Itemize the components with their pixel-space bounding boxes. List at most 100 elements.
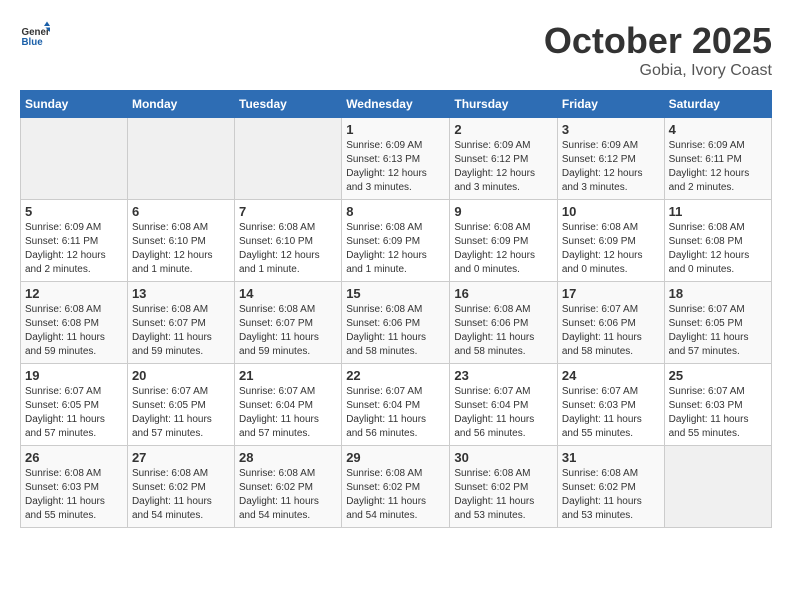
calendar-cell: 16 Sunrise: 6:08 AM Sunset: 6:06 PM Dayli… [450,282,558,364]
day-info: Sunrise: 6:08 AM Sunset: 6:10 PM Dayligh… [132,221,230,277]
weekday-header-tuesday: Tuesday [235,91,342,118]
weekday-header-monday: Monday [127,91,234,118]
calendar-cell: 7 Sunrise: 6:08 AM Sunset: 6:10 PM Daylig… [235,200,342,282]
day-number: 13 [132,286,230,301]
day-number: 7 [239,204,337,219]
calendar-week-row: 1 Sunrise: 6:09 AM Sunset: 6:13 PM Daylig… [21,118,772,200]
calendar-week-row: 12 Sunrise: 6:08 AM Sunset: 6:08 PM Dayli… [21,282,772,364]
day-number: 15 [346,286,445,301]
day-info: Sunrise: 6:09 AM Sunset: 6:12 PM Dayligh… [562,139,660,195]
calendar-cell: 1 Sunrise: 6:09 AM Sunset: 6:13 PM Daylig… [342,118,450,200]
day-number: 3 [562,122,660,137]
day-number: 20 [132,368,230,383]
day-info: Sunrise: 6:07 AM Sunset: 6:04 PM Dayligh… [346,385,445,441]
day-number: 26 [25,450,123,465]
day-info: Sunrise: 6:09 AM Sunset: 6:11 PM Dayligh… [25,221,123,277]
day-number: 31 [562,450,660,465]
day-info: Sunrise: 6:08 AM Sunset: 6:06 PM Dayligh… [454,303,553,359]
day-info: Sunrise: 6:08 AM Sunset: 6:10 PM Dayligh… [239,221,337,277]
day-number: 25 [669,368,767,383]
calendar-cell: 10 Sunrise: 6:08 AM Sunset: 6:09 PM Dayli… [557,200,664,282]
calendar-cell: 30 Sunrise: 6:08 AM Sunset: 6:02 PM Dayli… [450,446,558,528]
day-info: Sunrise: 6:07 AM Sunset: 6:04 PM Dayligh… [454,385,553,441]
calendar-cell: 15 Sunrise: 6:08 AM Sunset: 6:06 PM Dayli… [342,282,450,364]
weekday-header-wednesday: Wednesday [342,91,450,118]
day-info: Sunrise: 6:07 AM Sunset: 6:06 PM Dayligh… [562,303,660,359]
page-header: General Blue October 2025 Gobia, Ivory C… [20,20,772,80]
calendar-cell: 23 Sunrise: 6:07 AM Sunset: 6:04 PM Dayli… [450,364,558,446]
calendar-cell: 27 Sunrise: 6:08 AM Sunset: 6:02 PM Dayli… [127,446,234,528]
logo: General Blue [20,20,54,50]
weekday-header-sunday: Sunday [21,91,128,118]
calendar-cell: 29 Sunrise: 6:08 AM Sunset: 6:02 PM Dayli… [342,446,450,528]
calendar-cell [21,118,128,200]
day-number: 2 [454,122,553,137]
calendar-cell: 31 Sunrise: 6:08 AM Sunset: 6:02 PM Dayli… [557,446,664,528]
day-number: 24 [562,368,660,383]
day-number: 23 [454,368,553,383]
day-number: 19 [25,368,123,383]
day-info: Sunrise: 6:08 AM Sunset: 6:07 PM Dayligh… [239,303,337,359]
calendar-cell: 26 Sunrise: 6:08 AM Sunset: 6:03 PM Dayli… [21,446,128,528]
day-number: 6 [132,204,230,219]
calendar-cell: 4Sunrise: 6:09 AM Sunset: 6:11 PM Daylig… [664,118,771,200]
day-number: 10 [562,204,660,219]
day-number: 29 [346,450,445,465]
calendar-cell: 3 Sunrise: 6:09 AM Sunset: 6:12 PM Daylig… [557,118,664,200]
day-info: Sunrise: 6:08 AM Sunset: 6:07 PM Dayligh… [132,303,230,359]
calendar-cell: 18Sunrise: 6:07 AM Sunset: 6:05 PM Dayli… [664,282,771,364]
day-number: 17 [562,286,660,301]
day-number: 9 [454,204,553,219]
day-info: Sunrise: 6:08 AM Sunset: 6:08 PM Dayligh… [25,303,123,359]
calendar-cell: 14 Sunrise: 6:08 AM Sunset: 6:07 PM Dayli… [235,282,342,364]
weekday-header-friday: Friday [557,91,664,118]
day-info: Sunrise: 6:07 AM Sunset: 6:05 PM Dayligh… [25,385,123,441]
svg-text:Blue: Blue [22,37,44,48]
calendar-week-row: 19 Sunrise: 6:07 AM Sunset: 6:05 PM Dayli… [21,364,772,446]
calendar-cell: 6 Sunrise: 6:08 AM Sunset: 6:10 PM Daylig… [127,200,234,282]
day-info: Sunrise: 6:09 AM Sunset: 6:13 PM Dayligh… [346,139,445,195]
weekday-header-thursday: Thursday [450,91,558,118]
title-area: October 2025 Gobia, Ivory Coast [544,20,772,80]
day-info: Sunrise: 6:08 AM Sunset: 6:02 PM Dayligh… [346,467,445,523]
calendar-cell: 11Sunrise: 6:08 AM Sunset: 6:08 PM Dayli… [664,200,771,282]
day-info: Sunrise: 6:08 AM Sunset: 6:02 PM Dayligh… [239,467,337,523]
day-info: Sunrise: 6:08 AM Sunset: 6:09 PM Dayligh… [562,221,660,277]
calendar-cell [235,118,342,200]
day-info: Sunrise: 6:08 AM Sunset: 6:02 PM Dayligh… [454,467,553,523]
calendar-cell: 9Sunrise: 6:08 AM Sunset: 6:09 PM Daylig… [450,200,558,282]
day-info: Sunrise: 6:08 AM Sunset: 6:03 PM Dayligh… [25,467,123,523]
day-number: 30 [454,450,553,465]
calendar-cell: 12 Sunrise: 6:08 AM Sunset: 6:08 PM Dayli… [21,282,128,364]
weekday-header-row: SundayMondayTuesdayWednesdayThursdayFrid… [21,91,772,118]
day-number: 22 [346,368,445,383]
calendar-week-row: 5 Sunrise: 6:09 AM Sunset: 6:11 PM Daylig… [21,200,772,282]
day-info: Sunrise: 6:08 AM Sunset: 6:09 PM Dayligh… [346,221,445,277]
month-title: October 2025 [544,20,772,62]
calendar-cell: 22 Sunrise: 6:07 AM Sunset: 6:04 PM Dayli… [342,364,450,446]
calendar-cell [664,446,771,528]
calendar-cell: 2Sunrise: 6:09 AM Sunset: 6:12 PM Daylig… [450,118,558,200]
day-number: 5 [25,204,123,219]
day-info: Sunrise: 6:07 AM Sunset: 6:05 PM Dayligh… [132,385,230,441]
calendar-cell: 25Sunrise: 6:07 AM Sunset: 6:03 PM Dayli… [664,364,771,446]
calendar-cell: 19 Sunrise: 6:07 AM Sunset: 6:05 PM Dayli… [21,364,128,446]
day-number: 8 [346,204,445,219]
day-info: Sunrise: 6:08 AM Sunset: 6:02 PM Dayligh… [132,467,230,523]
weekday-header-saturday: Saturday [664,91,771,118]
calendar-cell: 20 Sunrise: 6:07 AM Sunset: 6:05 PM Dayli… [127,364,234,446]
day-info: Sunrise: 6:09 AM Sunset: 6:11 PM Dayligh… [669,139,767,195]
day-info: Sunrise: 6:08 AM Sunset: 6:02 PM Dayligh… [562,467,660,523]
day-number: 11 [669,204,767,219]
day-number: 28 [239,450,337,465]
day-number: 27 [132,450,230,465]
calendar-cell: 8 Sunrise: 6:08 AM Sunset: 6:09 PM Daylig… [342,200,450,282]
day-number: 14 [239,286,337,301]
day-number: 12 [25,286,123,301]
day-number: 1 [346,122,445,137]
day-number: 16 [454,286,553,301]
day-info: Sunrise: 6:07 AM Sunset: 6:04 PM Dayligh… [239,385,337,441]
day-info: Sunrise: 6:08 AM Sunset: 6:06 PM Dayligh… [346,303,445,359]
calendar-table: SundayMondayTuesdayWednesdayThursdayFrid… [20,90,772,528]
calendar-cell: 5 Sunrise: 6:09 AM Sunset: 6:11 PM Daylig… [21,200,128,282]
